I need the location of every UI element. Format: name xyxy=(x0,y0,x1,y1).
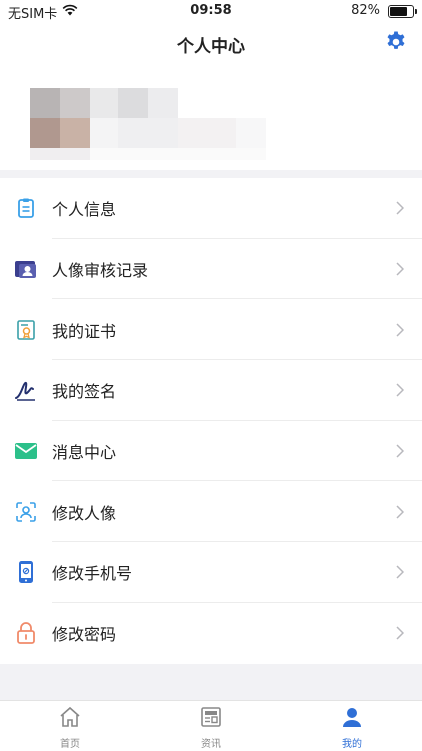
menu-item-change-portrait[interactable]: 修改人像 xyxy=(0,481,422,542)
id-card-icon xyxy=(14,257,38,281)
chevron-right-icon xyxy=(396,505,404,519)
menu-item-message-center[interactable]: 消息中心 xyxy=(0,421,422,482)
envelope-icon xyxy=(14,439,38,463)
tab-label: 我的 xyxy=(342,739,362,750)
menu-item-change-phone[interactable]: 修改手机号 xyxy=(0,542,422,603)
face-scan-icon xyxy=(14,500,38,524)
menu-item-portrait-review-records[interactable]: 人像审核记录 xyxy=(0,239,422,300)
chevron-right-icon xyxy=(396,626,404,640)
chevron-right-icon xyxy=(396,383,404,397)
menu-item-my-certificates[interactable]: 我的证书 xyxy=(0,299,422,360)
menu-item-label: 修改手机号 xyxy=(52,564,133,584)
menu-item-label: 修改人像 xyxy=(52,503,117,523)
tab-label: 首页 xyxy=(60,739,80,750)
tab-mine[interactable]: 我的 xyxy=(282,705,422,750)
user-icon xyxy=(343,708,361,727)
chevron-right-icon xyxy=(396,201,404,215)
profile-card[interactable] xyxy=(0,66,422,170)
battery-icon xyxy=(388,5,417,18)
status-bar: 无SIM卡 09:58 82% xyxy=(0,0,422,22)
tab-news[interactable]: 资讯 xyxy=(141,705,281,750)
home-icon xyxy=(60,706,80,727)
menu-item-label: 我的签名 xyxy=(52,382,117,402)
chevron-right-icon xyxy=(396,262,404,276)
settings-menu: 个人信息 人像审核记录 我的证书 我的签名 消息中心 修改人像 修改手机号 修改… xyxy=(0,178,422,664)
clipboard-icon xyxy=(14,196,38,220)
certificate-icon xyxy=(14,318,38,342)
menu-item-label: 我的证书 xyxy=(52,321,117,341)
menu-item-personal-info[interactable]: 个人信息 xyxy=(0,178,422,239)
gear-icon[interactable] xyxy=(384,30,408,54)
menu-item-my-signature[interactable]: 我的签名 xyxy=(0,360,422,421)
menu-item-label: 个人信息 xyxy=(52,200,117,220)
tab-bar: 首页 资讯 我的 xyxy=(0,700,422,751)
navigation-bar: 个人中心 xyxy=(0,22,422,66)
phone-icon xyxy=(14,560,38,584)
menu-item-label: 消息中心 xyxy=(52,443,117,463)
signature-icon xyxy=(14,378,38,402)
page-title: 个人中心 xyxy=(177,37,245,57)
chevron-right-icon xyxy=(396,444,404,458)
menu-item-label: 修改密码 xyxy=(52,625,117,645)
chevron-right-icon xyxy=(396,565,404,579)
news-icon xyxy=(201,707,221,727)
menu-item-change-password[interactable]: 修改密码 xyxy=(0,603,422,664)
menu-item-label: 人像审核记录 xyxy=(52,261,149,281)
lock-icon xyxy=(14,621,38,645)
tab-label: 资讯 xyxy=(201,739,221,750)
battery-percent: 82% xyxy=(351,3,380,18)
tab-home[interactable]: 首页 xyxy=(0,705,140,750)
chevron-right-icon xyxy=(396,323,404,337)
